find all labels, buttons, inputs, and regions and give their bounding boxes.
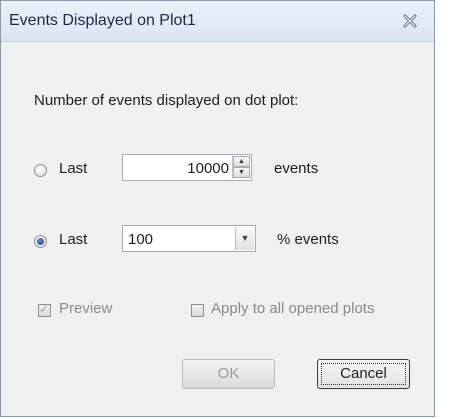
spin-up-icon[interactable]: ▲ bbox=[233, 156, 250, 167]
preview-checkbox[interactable]: ✓ bbox=[38, 302, 51, 317]
cancel-button[interactable]: Cancel bbox=[317, 359, 410, 389]
close-button[interactable] bbox=[400, 11, 420, 31]
apply-all-label: Apply to all opened plots bbox=[211, 300, 375, 317]
last-percent-radio[interactable] bbox=[34, 235, 47, 248]
ok-button[interactable]: OK bbox=[182, 359, 275, 389]
events-count-input[interactable] bbox=[129, 159, 229, 177]
radio-selected-dot bbox=[37, 238, 44, 245]
spin-down-icon[interactable]: ▼ bbox=[233, 167, 250, 178]
percent-unit-label: % events bbox=[277, 231, 339, 248]
checkmark-icon: ✓ bbox=[39, 302, 50, 316]
title-bar[interactable]: Events Displayed on Plot1 bbox=[1, 1, 434, 42]
dialog-title: Events Displayed on Plot1 bbox=[9, 12, 196, 29]
last-percent-label: Last bbox=[59, 231, 88, 248]
preview-label: Preview bbox=[59, 300, 113, 317]
last-events-label: Last bbox=[59, 160, 88, 177]
percent-combobox[interactable]: ▼ bbox=[122, 225, 256, 252]
last-events-radio[interactable] bbox=[34, 164, 47, 177]
dialog-window: Events Displayed on Plot1 Number of even… bbox=[0, 0, 435, 417]
percent-input[interactable] bbox=[128, 230, 228, 248]
events-heading: Number of events displayed on dot plot: bbox=[34, 92, 299, 109]
events-unit-label: events bbox=[274, 160, 319, 177]
events-count-spinner: ▲ ▼ bbox=[232, 156, 250, 179]
close-icon bbox=[403, 14, 417, 28]
focus-rectangle bbox=[321, 363, 406, 385]
apply-all-checkbox[interactable] bbox=[191, 304, 204, 317]
events-count-spinbox[interactable]: ▲ ▼ bbox=[122, 154, 252, 181]
chevron-down-icon[interactable]: ▼ bbox=[235, 227, 254, 250]
